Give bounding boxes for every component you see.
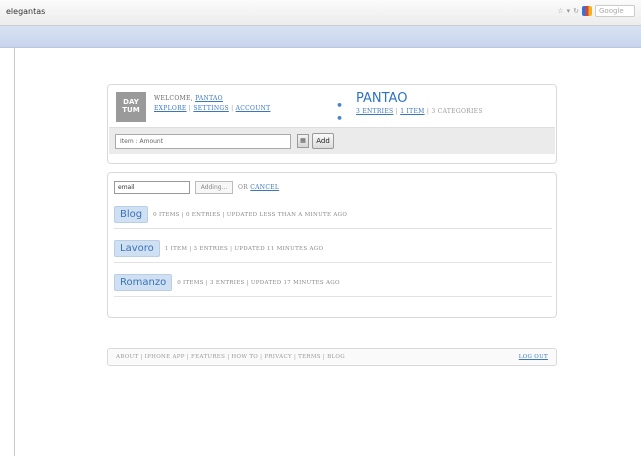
account-link[interactable]: ACCOUNT <box>236 105 271 112</box>
category-row: Lavoro 1 ITEM | 3 ENTRIES | UPDATED 11 M… <box>114 235 552 263</box>
category-meta: 0 ITEMS | 3 ENTRIES | UPDATED 17 MINUTES… <box>177 279 340 286</box>
category-button-lavoro[interactable]: Lavoro <box>114 240 160 257</box>
logout-link[interactable]: LOG OUT <box>519 354 548 360</box>
entry-bar: Item : Amount ▦ Add <box>109 127 555 154</box>
star-icon[interactable]: ☆ <box>557 7 563 15</box>
category-button-blog[interactable]: Blog <box>114 206 149 223</box>
logo-line-1: DAY <box>123 98 139 106</box>
browser-nav: ☆ ▾ ↻ Google <box>557 5 635 17</box>
header-card: DAY TUM WELCOME, PANTAO EXPLORE | SETTIN… <box>107 84 557 164</box>
category-row: Romanzo 0 ITEMS | 3 ENTRIES | UPDATED 17… <box>114 269 552 297</box>
item-link[interactable]: 1 ITEM <box>400 108 424 115</box>
new-category-input[interactable]: email <box>114 180 190 194</box>
categories-count: 3 CATEGORIES <box>431 108 483 115</box>
google-icon <box>582 6 592 16</box>
welcome-user-link[interactable]: PANTAO <box>195 95 223 102</box>
address-bar[interactable]: elegantas <box>6 7 45 16</box>
logo-line-2: TUM <box>122 106 140 114</box>
bookmarks-bar <box>0 26 641 48</box>
add-button[interactable]: Add <box>312 133 334 149</box>
user-dots-icon: • • <box>336 99 346 125</box>
category-meta: 1 ITEM | 3 ENTRIES | UPDATED 11 MINUTES … <box>164 245 324 252</box>
search-engine-box[interactable]: Google <box>595 5 635 17</box>
browser-toolbar: elegantas ☆ ▾ ↻ Google <box>0 0 641 26</box>
or-text: OR <box>238 183 249 191</box>
new-category-row: email Adding... OR CANCEL <box>114 179 279 195</box>
calendar-icon[interactable]: ▦ <box>297 134 309 148</box>
adding-button[interactable]: Adding... <box>195 180 233 194</box>
page-viewport: DAY TUM WELCOME, PANTAO EXPLORE | SETTIN… <box>14 48 641 456</box>
categories-card: email Adding... OR CANCEL Blog 0 ITEMS |… <box>107 172 557 318</box>
welcome-prefix: WELCOME, <box>154 95 193 102</box>
footer-links[interactable]: ABOUT | IPHONE APP | FEATURES | HOW TO |… <box>116 354 345 360</box>
footer: ABOUT | IPHONE APP | FEATURES | HOW TO |… <box>107 348 557 366</box>
cancel-link[interactable]: CANCEL <box>250 184 279 191</box>
category-meta: 0 ITEMS | 0 ENTRIES | UPDATED LESS THAN … <box>153 211 348 218</box>
entries-link[interactable]: 3 ENTRIES <box>356 108 393 115</box>
entry-input[interactable]: Item : Amount <box>115 134 291 149</box>
daytum-logo[interactable]: DAY TUM <box>116 92 146 122</box>
user-stats: 3 ENTRIES | 1 ITEM | 3 CATEGORIES <box>356 108 483 115</box>
dropdown-icon[interactable]: ▾ <box>567 7 571 15</box>
header-links: EXPLORE | SETTINGS | ACCOUNT <box>154 105 271 112</box>
user-name-title: PANTAO <box>356 91 408 106</box>
category-button-romanzo[interactable]: Romanzo <box>114 274 173 291</box>
category-row: Blog 0 ITEMS | 0 ENTRIES | UPDATED LESS … <box>114 201 552 229</box>
explore-link[interactable]: EXPLORE <box>154 105 187 112</box>
settings-link[interactable]: SETTINGS <box>193 105 229 112</box>
welcome-text: WELCOME, PANTAO <box>154 95 223 102</box>
reload-icon[interactable]: ↻ <box>573 7 579 15</box>
or-cancel: OR CANCEL <box>238 184 279 191</box>
